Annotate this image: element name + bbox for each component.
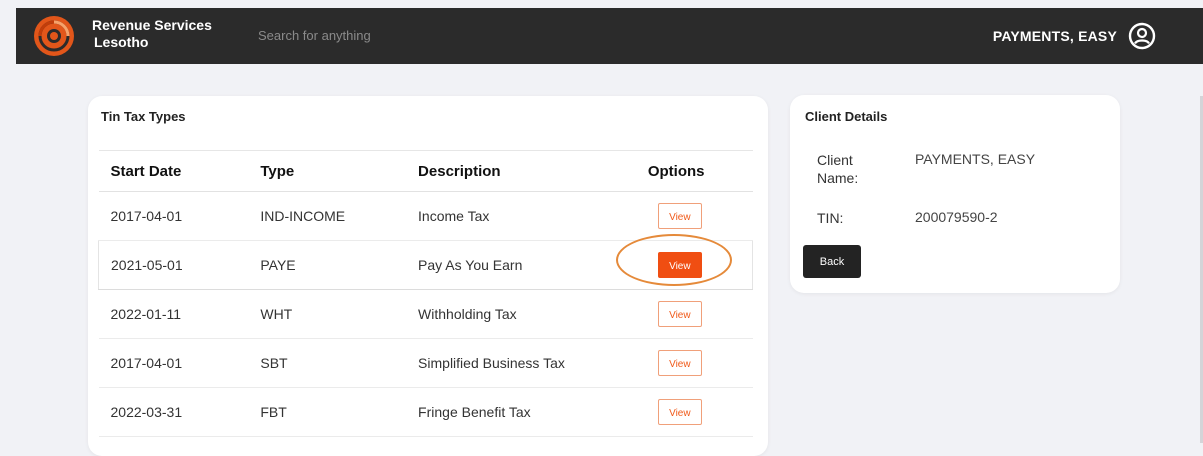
view-button[interactable]: View [657,203,702,229]
options-cell: View [645,191,753,241]
column-header-type: Type [248,150,407,192]
tin-tax-types-card: Tin Tax Types Start Date Type Descriptio… [88,96,768,456]
client-name-label-line-2: Name: [817,170,859,186]
brand-line-2: Lesotho [94,34,149,50]
type-cell: PAYE [248,240,407,290]
table-row: 2022-03-31 FBT Fringe Benefit Tax View [98,387,753,437]
tin-label: TIN: [817,210,844,226]
options-cell: View [645,289,753,339]
table-row: 2017-04-01 SBT Simplified Business Tax V… [98,338,753,388]
table-row: 2022-01-11 WHT Withholding Tax View [98,289,753,339]
view-button-active[interactable]: View [657,252,702,278]
description-cell: Fringe Benefit Tax [406,387,646,437]
description-cell: Withholding Tax [406,289,646,339]
type-cell: WHT [248,289,407,339]
tax-types-table: Start Date Type Description Options 2017… [98,150,753,437]
column-header-options: Options [645,150,753,192]
card-title: Client Details [805,109,888,124]
username-label: PAYMENTS, EASY [992,28,1117,44]
tin-value: 200079590-2 [915,209,998,225]
table-row: 2021-05-01 PAYE Pay As You Earn View [98,240,753,290]
top-navigation-bar: Revenue Services Lesotho PAYMENTS, EASY [16,8,1203,64]
description-cell: Income Tax [406,191,646,241]
type-cell: IND-INCOME [248,191,407,241]
client-name-label-line-1: Client [817,152,853,168]
start-date-cell: 2022-01-11 [98,289,249,339]
brand-line-1: Revenue Services [92,17,212,33]
options-cell: View [645,338,753,388]
client-details-card: Client Details Client Name: PAYMENTS, EA… [790,95,1120,293]
column-header-start-date: Start Date [98,150,249,192]
search-input[interactable] [258,28,498,43]
type-cell: SBT [248,338,407,388]
table-header-row: Start Date Type Description Options [98,150,753,192]
back-button[interactable]: Back [803,245,861,278]
options-cell: View [645,387,753,437]
start-date-cell: 2021-05-01 [98,240,249,290]
view-button[interactable]: View [657,350,702,376]
start-date-cell: 2017-04-01 [98,191,249,241]
description-cell: Pay As You Earn [406,240,646,290]
table-row: 2017-04-01 IND-INCOME Income Tax View [98,191,753,241]
description-cell: Simplified Business Tax [406,338,646,388]
start-date-cell: 2017-04-01 [98,338,249,388]
user-circle-icon[interactable] [1128,22,1156,50]
brand-name[interactable]: Revenue Services Lesotho [92,17,212,51]
client-name-value: PAYMENTS, EASY [915,151,1036,167]
client-name-label: Client Name: [817,151,858,187]
type-cell: FBT [248,387,407,437]
start-date-cell: 2022-03-31 [98,387,249,437]
view-button[interactable]: View [657,301,702,327]
rsl-logo-icon[interactable] [33,15,75,57]
view-button[interactable]: View [657,399,702,425]
options-cell: View [645,240,753,290]
column-header-description: Description [406,150,646,192]
card-title: Tin Tax Types [101,109,186,124]
